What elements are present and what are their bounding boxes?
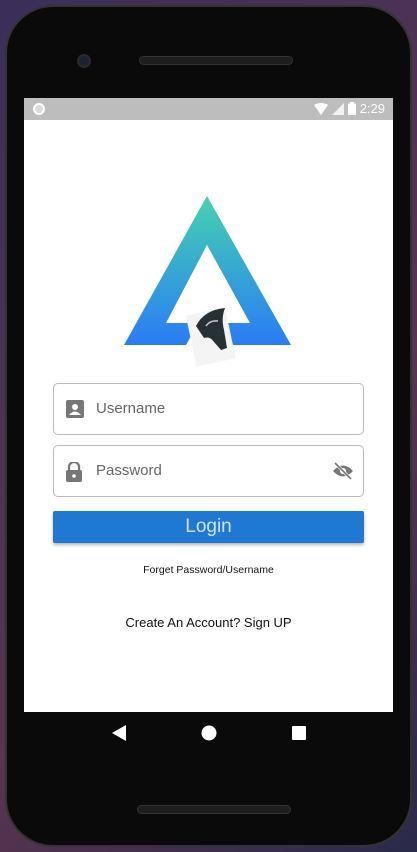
bottom-speaker-grille: [137, 805, 291, 814]
sign-up-link[interactable]: Create An Account? Sign UP: [24, 615, 393, 630]
username-input[interactable]: Username: [53, 383, 364, 435]
app-screen: 2:29 Username Password Login Forget Pass…: [24, 98, 393, 712]
nav-bar: [24, 712, 393, 754]
recents-icon[interactable]: [291, 726, 306, 740]
login-button[interactable]: Login: [53, 511, 364, 543]
eye-off-icon[interactable]: [333, 462, 353, 480]
speaker-grille: [139, 56, 293, 65]
password-placeholder: Password: [96, 462, 162, 479]
spartan-helmet-icon: [185, 307, 236, 367]
camera-icon: [77, 54, 91, 68]
back-icon[interactable]: [111, 725, 126, 741]
lock-icon: [66, 462, 82, 482]
app-logo: [124, 196, 291, 367]
username-placeholder: Username: [96, 400, 166, 417]
forget-password-link[interactable]: Forget Password/Username: [24, 564, 393, 576]
password-input[interactable]: Password: [53, 445, 364, 497]
account-box-icon: [66, 400, 84, 418]
home-icon[interactable]: [201, 725, 217, 741]
